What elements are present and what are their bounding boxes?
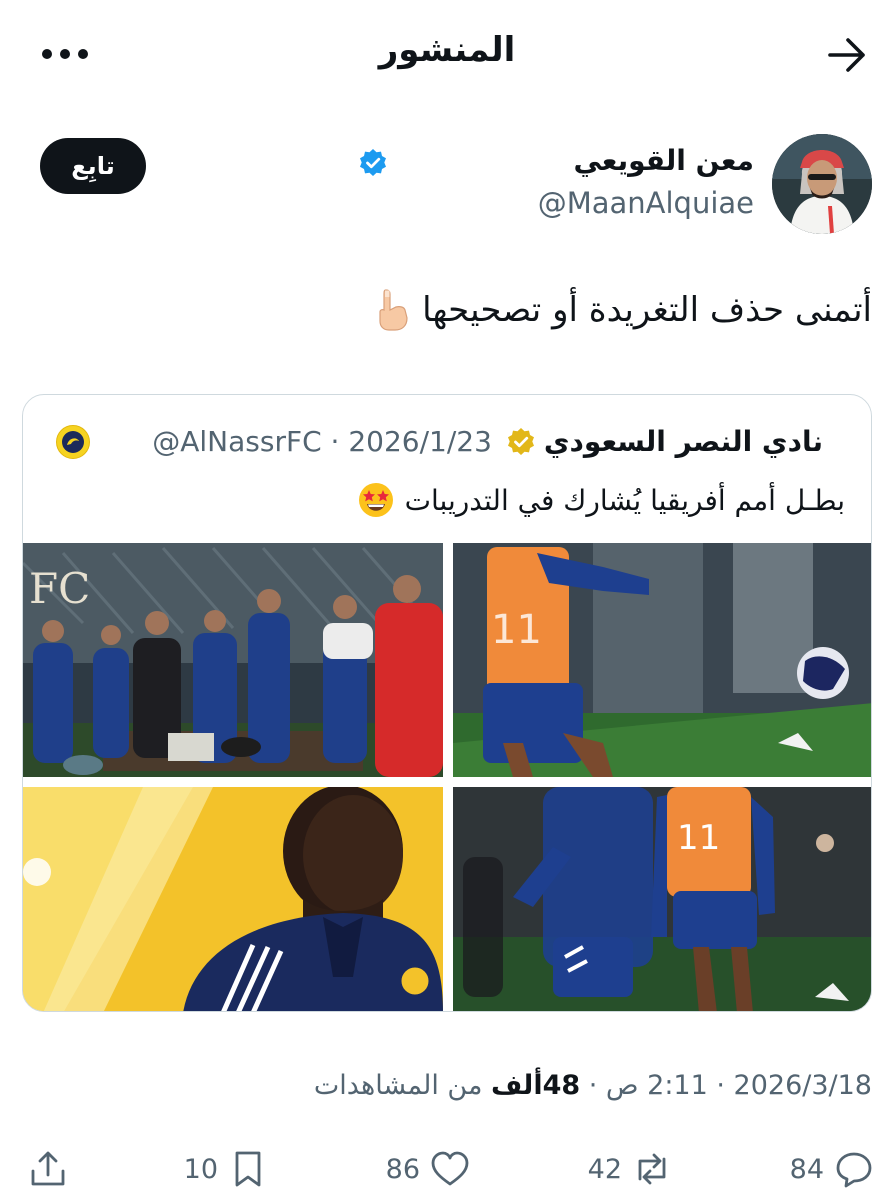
verified-badge-icon [507, 427, 534, 455]
quoted-post-text: بطـل أمم أفريقيا يُشارك في التدريبات [357, 481, 845, 519]
svg-text:11: 11 [677, 818, 720, 858]
bookmark-icon [235, 1151, 261, 1187]
share-icon [31, 1151, 65, 1186]
reply-icon [836, 1152, 872, 1188]
views-count: 48ألف [491, 1070, 581, 1101]
quoted-author-name[interactable]: نادي النصر السعودي [544, 425, 823, 458]
like-count: 86 [385, 1153, 420, 1185]
club-logo-icon [56, 425, 90, 459]
quoted-text-content: بطـل أمم أفريقيا يُشارك في التدريبات [404, 483, 845, 517]
quoted-handle-date: @AlNassrFC · 2026/1/23 [152, 425, 492, 458]
training-kick-photo: 11 [453, 543, 871, 777]
post-text: أتمنى حذف التغريدة أو تصحيحها [372, 288, 872, 332]
follow-button[interactable]: تابِع [40, 138, 146, 194]
author-name[interactable]: معن القويعي [573, 144, 754, 177]
svg-text:11: 11 [491, 607, 542, 653]
share-button[interactable] [28, 1144, 68, 1194]
quoted-post-header: نادي النصر السعودي @AlNassrFC · 2026/1/2… [152, 425, 823, 458]
avatar-image [772, 134, 872, 234]
quoted-post-card[interactable]: نادي النصر السعودي @AlNassrFC · 2026/1/2… [22, 394, 872, 1012]
repost-icon [638, 1153, 666, 1185]
media-tile-2[interactable]: 11 [453, 543, 871, 777]
post-text-content: أتمنى حذف التغريدة أو تصحيحها [422, 290, 872, 330]
pointing-down-emoji [379, 289, 408, 331]
training-group-photo: FC [23, 543, 443, 777]
reply-count: 84 [789, 1153, 824, 1185]
timestamp-date: 2026/3/18 · 2:11 ص · [580, 1070, 872, 1101]
back-button[interactable] [826, 34, 868, 76]
repost-button[interactable]: 42 [588, 1144, 672, 1194]
verified-badge-icon [358, 148, 388, 178]
page-title: المنشور [378, 30, 516, 70]
reply-button[interactable]: 84 [790, 1144, 874, 1194]
player-portrait-photo [23, 787, 443, 1011]
bookmark-button[interactable]: 10 [184, 1144, 268, 1194]
like-button[interactable]: 86 [386, 1144, 470, 1194]
training-run-photo: 11 [453, 787, 871, 1011]
star-struck-emoji [358, 483, 393, 517]
author-handle[interactable]: @MaanAlquiae [538, 186, 754, 220]
back-arrow-icon [828, 38, 865, 72]
like-icon [431, 1151, 469, 1186]
author-avatar[interactable] [772, 134, 872, 234]
media-tile-1[interactable]: FC [23, 543, 443, 777]
top-bar: المنشور [0, 0, 894, 106]
action-bar: 84 42 86 10 [0, 1140, 894, 1196]
svg-text:FC: FC [29, 564, 90, 613]
media-tile-4[interactable]: 11 [453, 787, 871, 1011]
repost-count: 42 [587, 1153, 622, 1185]
post-timestamp: 2026/3/18 · 2:11 ص · 48ألف من المشاهدات [314, 1070, 872, 1101]
views-label: من المشاهدات [313, 1070, 492, 1101]
media-tile-3[interactable] [23, 787, 443, 1011]
bookmark-count: 10 [183, 1153, 218, 1185]
